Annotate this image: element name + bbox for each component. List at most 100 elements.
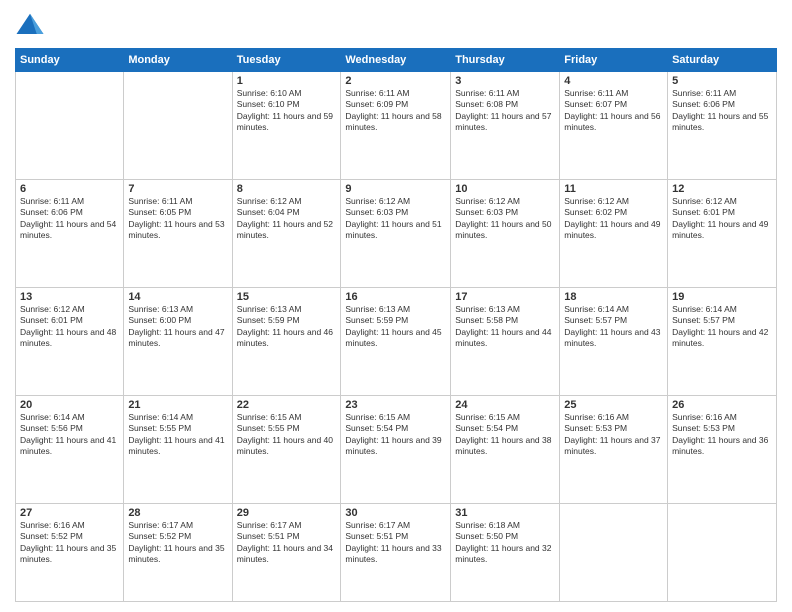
day-number: 22 [237,399,337,411]
day-number: 16 [345,291,446,303]
day-number: 19 [672,291,772,303]
cell-content: Sunrise: 6:14 AMSunset: 5:55 PMDaylight:… [128,412,227,458]
header [15,10,777,40]
weekday-header: Wednesday [341,49,451,72]
cell-content: Sunrise: 6:17 AMSunset: 5:52 PMDaylight:… [128,520,227,566]
calendar-cell [16,72,124,180]
day-number: 25 [564,399,663,411]
calendar-week-row: 27Sunrise: 6:16 AMSunset: 5:52 PMDayligh… [16,503,777,601]
calendar-cell: 5Sunrise: 6:11 AMSunset: 6:06 PMDaylight… [668,72,777,180]
day-number: 18 [564,291,663,303]
calendar-cell: 27Sunrise: 6:16 AMSunset: 5:52 PMDayligh… [16,503,124,601]
cell-content: Sunrise: 6:13 AMSunset: 5:59 PMDaylight:… [345,304,446,350]
calendar-week-row: 1Sunrise: 6:10 AMSunset: 6:10 PMDaylight… [16,72,777,180]
cell-content: Sunrise: 6:15 AMSunset: 5:55 PMDaylight:… [237,412,337,458]
calendar-cell: 4Sunrise: 6:11 AMSunset: 6:07 PMDaylight… [560,72,668,180]
calendar-cell: 10Sunrise: 6:12 AMSunset: 6:03 PMDayligh… [451,179,560,287]
day-number: 1 [237,75,337,87]
calendar-cell: 7Sunrise: 6:11 AMSunset: 6:05 PMDaylight… [124,179,232,287]
cell-content: Sunrise: 6:13 AMSunset: 6:00 PMDaylight:… [128,304,227,350]
day-number: 7 [128,183,227,195]
calendar-cell: 26Sunrise: 6:16 AMSunset: 5:53 PMDayligh… [668,395,777,503]
cell-content: Sunrise: 6:12 AMSunset: 6:02 PMDaylight:… [564,196,663,242]
calendar-cell: 3Sunrise: 6:11 AMSunset: 6:08 PMDaylight… [451,72,560,180]
calendar-cell: 9Sunrise: 6:12 AMSunset: 6:03 PMDaylight… [341,179,451,287]
cell-content: Sunrise: 6:12 AMSunset: 6:03 PMDaylight:… [345,196,446,242]
calendar-cell: 13Sunrise: 6:12 AMSunset: 6:01 PMDayligh… [16,287,124,395]
cell-content: Sunrise: 6:11 AMSunset: 6:08 PMDaylight:… [455,88,555,134]
weekday-header: Tuesday [232,49,341,72]
cell-content: Sunrise: 6:11 AMSunset: 6:06 PMDaylight:… [672,88,772,134]
calendar-cell: 15Sunrise: 6:13 AMSunset: 5:59 PMDayligh… [232,287,341,395]
logo [15,10,49,40]
calendar-cell: 31Sunrise: 6:18 AMSunset: 5:50 PMDayligh… [451,503,560,601]
cell-content: Sunrise: 6:14 AMSunset: 5:57 PMDaylight:… [672,304,772,350]
calendar-cell: 1Sunrise: 6:10 AMSunset: 6:10 PMDaylight… [232,72,341,180]
cell-content: Sunrise: 6:12 AMSunset: 6:01 PMDaylight:… [20,304,119,350]
day-number: 23 [345,399,446,411]
day-number: 11 [564,183,663,195]
logo-icon [15,10,45,40]
calendar-cell [124,72,232,180]
day-number: 9 [345,183,446,195]
day-number: 5 [672,75,772,87]
day-number: 14 [128,291,227,303]
calendar-cell: 24Sunrise: 6:15 AMSunset: 5:54 PMDayligh… [451,395,560,503]
day-number: 21 [128,399,227,411]
calendar-cell: 22Sunrise: 6:15 AMSunset: 5:55 PMDayligh… [232,395,341,503]
day-number: 31 [455,507,555,519]
calendar-cell: 8Sunrise: 6:12 AMSunset: 6:04 PMDaylight… [232,179,341,287]
calendar-week-row: 6Sunrise: 6:11 AMSunset: 6:06 PMDaylight… [16,179,777,287]
day-number: 13 [20,291,119,303]
day-number: 15 [237,291,337,303]
calendar-cell [560,503,668,601]
cell-content: Sunrise: 6:11 AMSunset: 6:07 PMDaylight:… [564,88,663,134]
cell-content: Sunrise: 6:12 AMSunset: 6:01 PMDaylight:… [672,196,772,242]
day-number: 3 [455,75,555,87]
day-number: 8 [237,183,337,195]
calendar-table: SundayMondayTuesdayWednesdayThursdayFrid… [15,48,777,602]
cell-content: Sunrise: 6:12 AMSunset: 6:03 PMDaylight:… [455,196,555,242]
calendar-cell: 14Sunrise: 6:13 AMSunset: 6:00 PMDayligh… [124,287,232,395]
cell-content: Sunrise: 6:11 AMSunset: 6:05 PMDaylight:… [128,196,227,242]
day-number: 10 [455,183,555,195]
weekday-header: Monday [124,49,232,72]
weekday-header: Friday [560,49,668,72]
day-number: 4 [564,75,663,87]
cell-content: Sunrise: 6:15 AMSunset: 5:54 PMDaylight:… [345,412,446,458]
cell-content: Sunrise: 6:14 AMSunset: 5:57 PMDaylight:… [564,304,663,350]
calendar-cell: 29Sunrise: 6:17 AMSunset: 5:51 PMDayligh… [232,503,341,601]
calendar-header-row: SundayMondayTuesdayWednesdayThursdayFrid… [16,49,777,72]
calendar-week-row: 20Sunrise: 6:14 AMSunset: 5:56 PMDayligh… [16,395,777,503]
day-number: 30 [345,507,446,519]
calendar-cell: 28Sunrise: 6:17 AMSunset: 5:52 PMDayligh… [124,503,232,601]
calendar-cell: 21Sunrise: 6:14 AMSunset: 5:55 PMDayligh… [124,395,232,503]
calendar-cell: 18Sunrise: 6:14 AMSunset: 5:57 PMDayligh… [560,287,668,395]
cell-content: Sunrise: 6:11 AMSunset: 6:06 PMDaylight:… [20,196,119,242]
calendar-cell: 23Sunrise: 6:15 AMSunset: 5:54 PMDayligh… [341,395,451,503]
calendar-cell: 2Sunrise: 6:11 AMSunset: 6:09 PMDaylight… [341,72,451,180]
calendar-cell [668,503,777,601]
calendar-cell: 20Sunrise: 6:14 AMSunset: 5:56 PMDayligh… [16,395,124,503]
cell-content: Sunrise: 6:18 AMSunset: 5:50 PMDaylight:… [455,520,555,566]
cell-content: Sunrise: 6:14 AMSunset: 5:56 PMDaylight:… [20,412,119,458]
cell-content: Sunrise: 6:11 AMSunset: 6:09 PMDaylight:… [345,88,446,134]
cell-content: Sunrise: 6:16 AMSunset: 5:53 PMDaylight:… [564,412,663,458]
calendar-cell: 25Sunrise: 6:16 AMSunset: 5:53 PMDayligh… [560,395,668,503]
day-number: 26 [672,399,772,411]
cell-content: Sunrise: 6:17 AMSunset: 5:51 PMDaylight:… [237,520,337,566]
cell-content: Sunrise: 6:13 AMSunset: 5:59 PMDaylight:… [237,304,337,350]
day-number: 12 [672,183,772,195]
calendar-cell: 19Sunrise: 6:14 AMSunset: 5:57 PMDayligh… [668,287,777,395]
day-number: 27 [20,507,119,519]
day-number: 29 [237,507,337,519]
calendar-cell: 12Sunrise: 6:12 AMSunset: 6:01 PMDayligh… [668,179,777,287]
weekday-header: Thursday [451,49,560,72]
calendar-cell: 11Sunrise: 6:12 AMSunset: 6:02 PMDayligh… [560,179,668,287]
cell-content: Sunrise: 6:16 AMSunset: 5:52 PMDaylight:… [20,520,119,566]
cell-content: Sunrise: 6:13 AMSunset: 5:58 PMDaylight:… [455,304,555,350]
day-number: 6 [20,183,119,195]
calendar-cell: 6Sunrise: 6:11 AMSunset: 6:06 PMDaylight… [16,179,124,287]
calendar-cell: 16Sunrise: 6:13 AMSunset: 5:59 PMDayligh… [341,287,451,395]
calendar-week-row: 13Sunrise: 6:12 AMSunset: 6:01 PMDayligh… [16,287,777,395]
